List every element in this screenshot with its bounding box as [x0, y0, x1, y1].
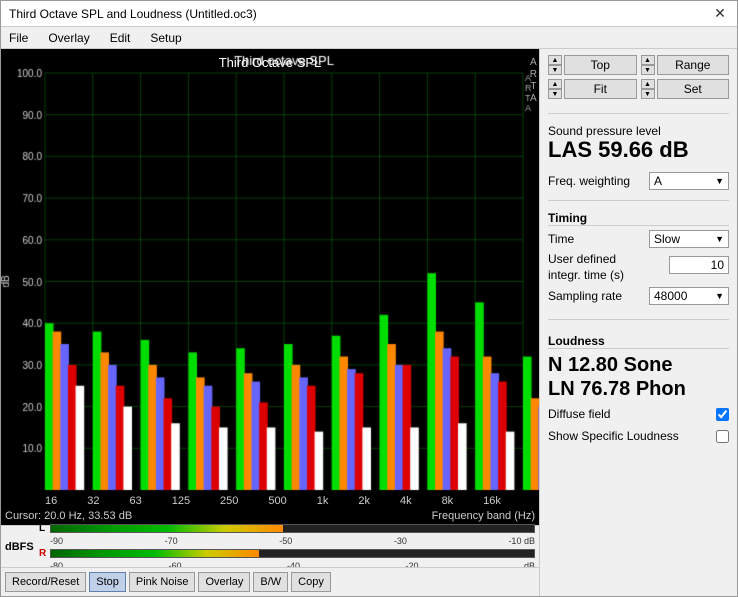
x-label-1k: 1k: [317, 495, 329, 507]
tick-90: -90: [50, 536, 63, 546]
range-button[interactable]: Range: [657, 55, 730, 75]
x-label-8k: 8k: [442, 495, 454, 507]
show-specific-row: Show Specific Loudness: [548, 429, 729, 443]
menu-edit[interactable]: Edit: [106, 30, 135, 46]
loudness-n-value: N 12.80 Sone: [548, 353, 729, 377]
menu-setup[interactable]: Setup: [146, 30, 185, 46]
bw-button[interactable]: B/W: [253, 572, 288, 592]
diffuse-field-label: Diffuse field: [548, 407, 610, 421]
copy-button[interactable]: Copy: [291, 572, 331, 592]
diffuse-field-checkbox[interactable]: [716, 408, 729, 421]
set-down-button[interactable]: ▼: [641, 89, 655, 99]
show-specific-checkbox[interactable]: [716, 430, 729, 443]
loudness-section: Loudness N 12.80 Sone LN 76.78 Phon: [548, 334, 729, 401]
close-button[interactable]: ✕: [711, 5, 729, 23]
main-content: Third Octave SPL ARTA 16 32 63 125 250 5…: [1, 49, 737, 596]
x-label-500: 500: [268, 495, 286, 507]
menu-file[interactable]: File: [5, 30, 32, 46]
cursor-text: Cursor: 20.0 Hz, 33.53 dB: [5, 510, 132, 522]
x-label-32: 32: [87, 495, 99, 507]
bottom-buttons: Record/Reset Stop Pink Noise Overlay B/W…: [1, 567, 539, 596]
menu-bar: File Overlay Edit Setup: [1, 27, 737, 49]
sampling-rate-label: Sampling rate: [548, 289, 649, 303]
x-label-250: 250: [220, 495, 238, 507]
spl-chart: [1, 49, 539, 494]
pink-noise-button[interactable]: Pink Noise: [129, 572, 196, 592]
time-value: Slow: [654, 232, 715, 246]
right-panel: ▲ ▼ Top ▲ ▼ Range ▲ ▼: [539, 49, 737, 596]
freq-weighting-arrow: ▼: [715, 176, 724, 186]
sampling-rate-row: Sampling rate 48000 ▼: [548, 287, 729, 305]
r-channel-label: R: [39, 548, 47, 559]
x-label-2k: 2k: [358, 495, 370, 507]
spl-title: Sound pressure level: [548, 124, 729, 138]
tick-30: -30: [394, 536, 407, 546]
title-bar: Third Octave SPL and Loudness (Untitled.…: [1, 1, 737, 27]
arta-label: ARTA: [530, 57, 537, 105]
timing-section: Timing Time Slow ▼ User definedintegr. t…: [548, 211, 729, 309]
dbfs-label: dBFS: [5, 541, 35, 553]
freq-weighting-value: A: [654, 174, 715, 188]
freq-band-label: Frequency band (Hz): [432, 510, 535, 522]
range-up-button[interactable]: ▲: [641, 55, 655, 65]
chart-title: Third Octave SPL: [1, 51, 539, 72]
top-down-button[interactable]: ▼: [548, 65, 562, 75]
sampling-rate-dropdown[interactable]: 48000 ▼: [649, 287, 729, 305]
overlay-button[interactable]: Overlay: [198, 572, 250, 592]
freq-weighting-dropdown[interactable]: A ▼: [649, 172, 729, 190]
fit-up-button[interactable]: ▲: [548, 79, 562, 89]
time-label: Time: [548, 232, 649, 246]
range-control-group: ▲ ▼ Range: [641, 55, 730, 75]
user-defined-input[interactable]: [669, 256, 729, 274]
r-meter-fill: [51, 550, 259, 557]
x-label-16k: 16k: [483, 495, 501, 507]
l-meter-fill: [51, 525, 283, 532]
x-label-125: 125: [172, 495, 190, 507]
tick-50: -50: [279, 536, 292, 546]
main-window: Third Octave SPL and Loudness (Untitled.…: [0, 0, 738, 597]
time-row: Time Slow ▼: [548, 230, 729, 248]
show-specific-label: Show Specific Loudness: [548, 429, 679, 443]
fit-button[interactable]: Fit: [564, 79, 637, 99]
set-up-button[interactable]: ▲: [641, 79, 655, 89]
freq-weighting-row: Freq. weighting A ▼: [548, 172, 729, 190]
l-channel-label: L: [39, 523, 47, 534]
x-label-63: 63: [129, 495, 141, 507]
window-title: Third Octave SPL and Loudness (Untitled.…: [9, 7, 257, 21]
spl-value: LAS 59.66 dB: [548, 138, 729, 162]
x-label-4k: 4k: [400, 495, 412, 507]
stop-button[interactable]: Stop: [89, 572, 126, 592]
top-button[interactable]: Top: [564, 55, 637, 75]
tick-70: -70: [165, 536, 178, 546]
time-dropdown[interactable]: Slow ▼: [649, 230, 729, 248]
set-control-group: ▲ ▼ Set: [641, 79, 730, 99]
user-defined-label: User definedintegr. time (s): [548, 252, 669, 283]
diffuse-field-row: Diffuse field: [548, 407, 729, 421]
user-defined-row: User definedintegr. time (s): [548, 252, 729, 283]
top-control-group: ▲ ▼ Top: [548, 55, 637, 75]
set-button[interactable]: Set: [657, 79, 730, 99]
menu-overlay[interactable]: Overlay: [44, 30, 93, 46]
tick-10db: -10 dB: [508, 536, 535, 546]
sampling-rate-arrow: ▼: [715, 291, 724, 301]
spl-section: Sound pressure level LAS 59.66 dB: [548, 124, 729, 162]
fit-down-button[interactable]: ▼: [548, 89, 562, 99]
l-meter: [50, 524, 535, 533]
loudness-ln-value: LN 76.78 Phon: [548, 377, 729, 401]
fit-control-group: ▲ ▼ Fit: [548, 79, 637, 99]
record-reset-button[interactable]: Record/Reset: [5, 572, 86, 592]
loudness-title: Loudness: [548, 334, 729, 349]
time-dropdown-arrow: ▼: [715, 234, 724, 244]
x-label-16: 16: [45, 495, 57, 507]
r-meter: [50, 549, 535, 558]
freq-weighting-label: Freq. weighting: [548, 174, 630, 188]
top-up-button[interactable]: ▲: [548, 55, 562, 65]
range-down-button[interactable]: ▼: [641, 65, 655, 75]
timing-title: Timing: [548, 211, 729, 226]
sampling-rate-value: 48000: [654, 289, 715, 303]
